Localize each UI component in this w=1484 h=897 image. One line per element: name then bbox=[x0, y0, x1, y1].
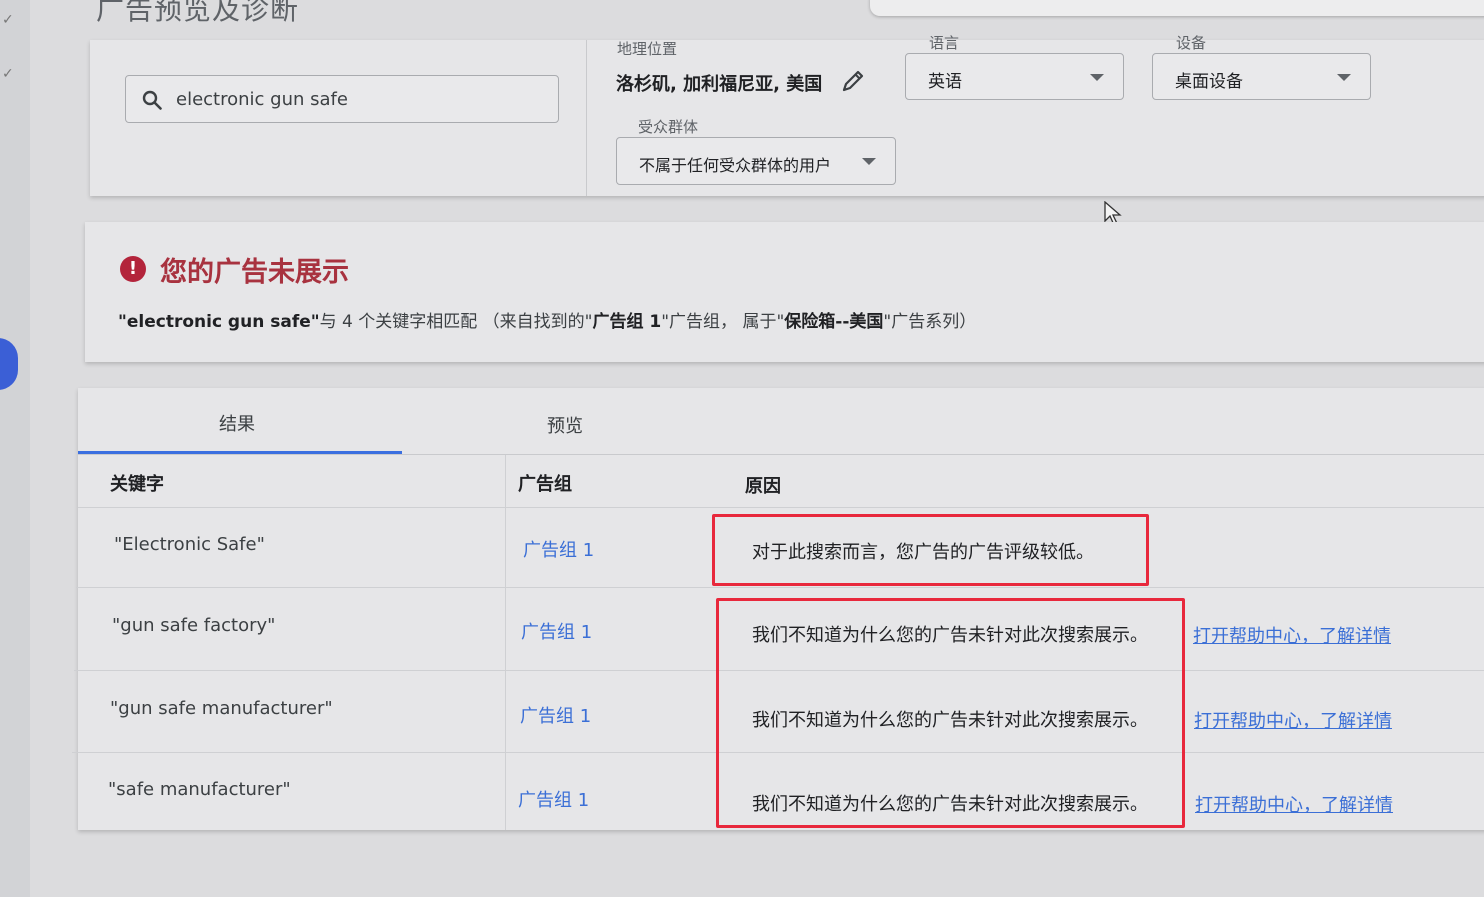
language-select[interactable]: 英语 bbox=[905, 53, 1124, 100]
location-label: 地理位置 bbox=[617, 40, 678, 58]
help-center-link[interactable]: 打开帮助中心，了解详情 bbox=[1195, 791, 1393, 817]
column-header-reason: 原因 bbox=[745, 476, 781, 497]
help-center-link[interactable]: 打开帮助中心，了解详情 bbox=[1193, 622, 1391, 648]
match-adgroup: 广告组 1 bbox=[592, 312, 662, 332]
location-value: 洛杉矶, 加利福尼亚, 美国 bbox=[616, 74, 823, 95]
row-divider bbox=[78, 507, 1484, 508]
tab-results[interactable]: 结果 bbox=[219, 410, 255, 436]
audience-value: 不属于任何受众群体的用户 bbox=[639, 156, 832, 175]
tab-preview[interactable]: 预览 bbox=[547, 412, 583, 438]
match-query: "electronic gun safe" bbox=[118, 312, 320, 332]
audience-select[interactable]: 不属于任何受众群体的用户 bbox=[616, 137, 896, 185]
left-nav-strip: ✓ ✓ bbox=[0, 0, 30, 897]
match-text: "广告组， 属于" bbox=[661, 312, 785, 332]
adgroup-link[interactable]: 广告组 1 bbox=[518, 786, 589, 812]
table-row-keyword: "gun safe factory" bbox=[112, 615, 276, 636]
row-divider bbox=[76, 587, 1484, 588]
highlight-box bbox=[712, 514, 1149, 586]
page-title: 广告预览及诊断 bbox=[96, 0, 300, 26]
adgroup-link[interactable]: 广告组 1 bbox=[523, 536, 594, 562]
device-value: 桌面设备 bbox=[1175, 72, 1243, 92]
language-value: 英语 bbox=[928, 72, 962, 92]
match-summary: "electronic gun safe"与 4 个关键字相匹配 （来自找到的"… bbox=[118, 307, 976, 332]
chevron-icon: ✓ bbox=[2, 66, 14, 82]
table-row-keyword: "Electronic Safe" bbox=[114, 534, 265, 555]
caret-down-icon bbox=[1090, 74, 1104, 81]
device-label: 设备 bbox=[1176, 34, 1207, 52]
adgroup-link[interactable]: 广告组 1 bbox=[521, 618, 592, 644]
adgroup-link[interactable]: 广告组 1 bbox=[520, 702, 591, 728]
search-value: electronic gun safe bbox=[176, 89, 348, 110]
column-header-keyword: 关键字 bbox=[110, 474, 164, 495]
status-title: 您的广告未展示 bbox=[160, 257, 349, 288]
column-header-adgroup: 广告组 bbox=[518, 474, 572, 495]
nav-indicator[interactable] bbox=[0, 338, 18, 390]
audience-label: 受众群体 bbox=[638, 118, 699, 136]
error-icon: ! bbox=[120, 256, 146, 282]
search-icon bbox=[142, 90, 162, 110]
match-campaign: 保险箱--美国 bbox=[784, 312, 884, 332]
chevron-icon: ✓ bbox=[2, 12, 14, 28]
language-label: 语言 bbox=[929, 34, 960, 52]
search-input[interactable]: electronic gun safe bbox=[125, 75, 559, 123]
table-row-keyword: "safe manufacturer" bbox=[108, 779, 291, 800]
pencil-icon[interactable] bbox=[840, 68, 866, 94]
caret-down-icon bbox=[1337, 74, 1351, 81]
highlight-box bbox=[716, 598, 1185, 828]
caret-down-icon bbox=[862, 158, 876, 165]
table-row-keyword: "gun safe manufacturer" bbox=[110, 698, 333, 719]
match-text: "广告系列） bbox=[883, 312, 977, 332]
column-divider bbox=[505, 455, 506, 830]
status-card bbox=[85, 222, 1484, 362]
device-select[interactable]: 桌面设备 bbox=[1152, 53, 1371, 100]
tab-divider bbox=[78, 454, 1484, 455]
divider bbox=[586, 40, 587, 196]
help-center-link[interactable]: 打开帮助中心，了解详情 bbox=[1194, 707, 1392, 733]
top-card bbox=[870, 0, 1484, 16]
match-text: 与 4 个关键字相匹配 （来自找到的" bbox=[319, 312, 593, 332]
